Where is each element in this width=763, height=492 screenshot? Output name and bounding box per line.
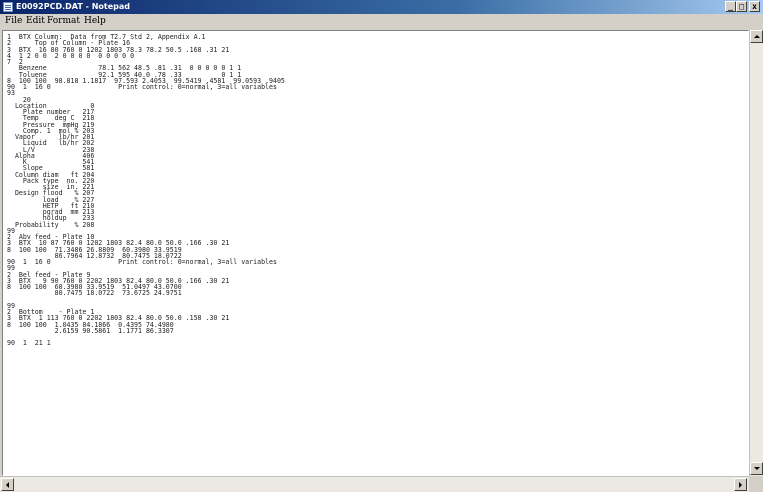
arrow-right-icon [739, 482, 742, 488]
window-controls: _ □ x [725, 1, 760, 13]
menu-file[interactable]: File [3, 14, 24, 28]
menu-help[interactable]: Help [82, 14, 108, 28]
arrow-left-icon [6, 482, 9, 488]
horizontal-scrollbar[interactable] [0, 476, 749, 492]
scroll-up-button[interactable] [750, 30, 763, 43]
vertical-scrollbar[interactable] [749, 30, 763, 476]
maximize-button[interactable]: □ [736, 1, 747, 12]
size-grip[interactable] [749, 476, 763, 492]
notepad-icon[interactable] [3, 2, 13, 12]
scroll-right-button[interactable] [734, 478, 747, 491]
menu-format[interactable]: Format [45, 14, 82, 28]
arrow-up-icon [754, 35, 760, 38]
close-button[interactable]: x [749, 1, 760, 12]
minimize-button[interactable]: _ [725, 1, 736, 12]
arrow-down-icon [754, 467, 760, 470]
menu-bar: File Edit Format Help [0, 14, 763, 28]
file-content[interactable]: 1 BTX Column: Data from T2.7 Std 2, Appe… [7, 34, 285, 347]
menu-edit[interactable]: Edit [24, 14, 47, 28]
scroll-left-button[interactable] [1, 478, 14, 491]
notepad-window: E0092PCD.DAT - Notepad _ □ x File Edit F… [0, 0, 763, 492]
title-bar[interactable]: E0092PCD.DAT - Notepad _ □ x [0, 0, 763, 14]
window-title: E0092PCD.DAT - Notepad [16, 2, 130, 11]
text-editor-area[interactable]: 1 BTX Column: Data from T2.7 Std 2, Appe… [2, 30, 749, 476]
scroll-down-button[interactable] [750, 462, 763, 475]
